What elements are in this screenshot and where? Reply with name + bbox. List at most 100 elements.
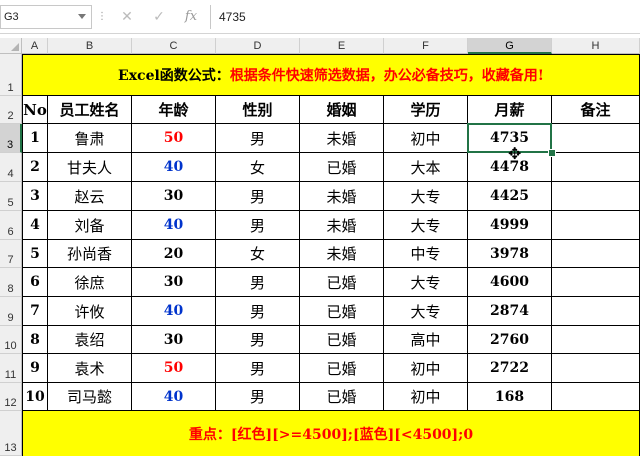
column-header-b[interactable]: B bbox=[48, 38, 132, 54]
row-header-11[interactable]: 11 bbox=[0, 354, 22, 383]
table-header-cell[interactable]: 学历 bbox=[384, 96, 468, 124]
column-header-a[interactable]: A bbox=[22, 38, 48, 54]
fill-handle[interactable] bbox=[548, 149, 556, 157]
table-cell[interactable]: 已婚 bbox=[300, 354, 384, 383]
row-header-13[interactable]: 13 bbox=[0, 411, 22, 456]
row-header-7[interactable]: 7 bbox=[0, 240, 22, 268]
table-cell[interactable]: 3 bbox=[22, 182, 48, 211]
table-cell[interactable]: 中专 bbox=[384, 240, 468, 268]
table-cell[interactable] bbox=[552, 182, 640, 211]
table-cell[interactable]: 6 bbox=[22, 268, 48, 297]
table-cell[interactable]: 10 bbox=[22, 383, 48, 411]
table-cell[interactable]: 徐庶 bbox=[48, 268, 132, 297]
table-cell[interactable]: 已婚 bbox=[300, 153, 384, 182]
close-icon[interactable]: ✕ bbox=[116, 5, 138, 29]
table-cell[interactable]: 甘夫人 bbox=[48, 153, 132, 182]
table-cell[interactable]: 2 bbox=[22, 153, 48, 182]
table-cell[interactable]: 已婚 bbox=[300, 383, 384, 411]
table-cell[interactable]: 未婚 bbox=[300, 211, 384, 240]
table-cell[interactable]: 未婚 bbox=[300, 124, 384, 153]
table-cell[interactable]: 4600 bbox=[468, 268, 552, 297]
column-header-h[interactable]: H bbox=[552, 38, 640, 54]
table-cell[interactable]: 20 bbox=[132, 240, 216, 268]
table-cell[interactable]: 9 bbox=[22, 354, 48, 383]
table-cell[interactable]: 已婚 bbox=[300, 268, 384, 297]
table-cell[interactable] bbox=[552, 124, 640, 153]
table-cell[interactable]: 未婚 bbox=[300, 240, 384, 268]
table-cell[interactable]: 初中 bbox=[384, 354, 468, 383]
table-cell[interactable] bbox=[552, 297, 640, 326]
footer-banner[interactable]: 重点：[红色][>=4500];[蓝色][<4500];0 bbox=[22, 411, 640, 456]
table-cell[interactable] bbox=[552, 326, 640, 354]
table-cell[interactable]: 男 bbox=[216, 297, 300, 326]
table-cell[interactable]: 40 bbox=[132, 211, 216, 240]
table-cell[interactable]: 30 bbox=[132, 268, 216, 297]
column-header-e[interactable]: E bbox=[300, 38, 384, 54]
table-cell[interactable]: 男 bbox=[216, 268, 300, 297]
table-cell[interactable]: 袁术 bbox=[48, 354, 132, 383]
select-all-button[interactable] bbox=[0, 38, 22, 54]
table-header-cell[interactable]: No bbox=[22, 96, 48, 124]
column-header-c[interactable]: C bbox=[132, 38, 216, 54]
table-cell[interactable]: 男 bbox=[216, 383, 300, 411]
table-cell[interactable]: 50 bbox=[132, 124, 216, 153]
table-cell[interactable]: 大专 bbox=[384, 268, 468, 297]
table-cell[interactable]: 4999 bbox=[468, 211, 552, 240]
row-header-4[interactable]: 4 bbox=[0, 153, 22, 182]
table-cell[interactable]: 2874 bbox=[468, 297, 552, 326]
table-cell[interactable]: 已婚 bbox=[300, 297, 384, 326]
insert-function-icon[interactable]: fx bbox=[180, 5, 202, 29]
table-cell[interactable] bbox=[552, 153, 640, 182]
table-cell[interactable]: 2760 bbox=[468, 326, 552, 354]
table-header-cell[interactable]: 婚姻 bbox=[300, 96, 384, 124]
table-cell[interactable]: 孙尚香 bbox=[48, 240, 132, 268]
table-cell[interactable] bbox=[552, 383, 640, 411]
table-cell[interactable]: 4 bbox=[22, 211, 48, 240]
table-cell[interactable]: 40 bbox=[132, 297, 216, 326]
row-header-3[interactable]: 3 bbox=[0, 124, 22, 153]
row-header-6[interactable]: 6 bbox=[0, 211, 22, 240]
table-cell[interactable]: 未婚 bbox=[300, 182, 384, 211]
more-icon[interactable]: ⋮ bbox=[97, 10, 107, 24]
formula-input[interactable]: 4735 bbox=[210, 5, 640, 29]
table-header-cell[interactable]: 年龄 bbox=[132, 96, 216, 124]
row-header-9[interactable]: 9 bbox=[0, 297, 22, 326]
table-cell[interactable]: 女 bbox=[216, 240, 300, 268]
table-cell[interactable]: 1 bbox=[22, 124, 48, 153]
table-cell[interactable] bbox=[552, 354, 640, 383]
table-cell[interactable]: 女 bbox=[216, 153, 300, 182]
table-cell[interactable]: 男 bbox=[216, 211, 300, 240]
table-header-cell[interactable]: 员工姓名 bbox=[48, 96, 132, 124]
table-header-cell[interactable]: 备注 bbox=[552, 96, 640, 124]
table-cell[interactable]: 5 bbox=[22, 240, 48, 268]
table-cell[interactable]: 大专 bbox=[384, 297, 468, 326]
table-cell[interactable]: 已婚 bbox=[300, 326, 384, 354]
table-cell[interactable]: 男 bbox=[216, 354, 300, 383]
table-cell[interactable] bbox=[552, 240, 640, 268]
table-cell[interactable]: 大专 bbox=[384, 211, 468, 240]
table-cell[interactable]: 司马懿 bbox=[48, 383, 132, 411]
table-cell[interactable]: 鲁肃 bbox=[48, 124, 132, 153]
table-cell[interactable] bbox=[552, 211, 640, 240]
table-cell[interactable]: 8 bbox=[22, 326, 48, 354]
column-header-g[interactable]: G bbox=[468, 38, 552, 54]
check-icon[interactable]: ✓ bbox=[148, 5, 170, 29]
row-header-2[interactable]: 2 bbox=[0, 96, 22, 124]
table-cell[interactable]: 袁绍 bbox=[48, 326, 132, 354]
name-box-dropdown-icon[interactable] bbox=[78, 14, 86, 19]
column-header-f[interactable]: F bbox=[384, 38, 468, 54]
table-cell[interactable]: 初中 bbox=[384, 124, 468, 153]
row-header-10[interactable]: 10 bbox=[0, 326, 22, 354]
row-header-12[interactable]: 12 bbox=[0, 383, 22, 411]
row-header-5[interactable]: 5 bbox=[0, 182, 22, 211]
table-cell[interactable]: 4425 bbox=[468, 182, 552, 211]
row-header-8[interactable]: 8 bbox=[0, 268, 22, 297]
table-cell[interactable]: 大本 bbox=[384, 153, 468, 182]
table-cell[interactable]: 刘备 bbox=[48, 211, 132, 240]
table-cell[interactable]: 男 bbox=[216, 182, 300, 211]
table-cell[interactable] bbox=[552, 268, 640, 297]
table-cell[interactable]: 赵云 bbox=[48, 182, 132, 211]
table-cell[interactable]: 40 bbox=[132, 383, 216, 411]
table-header-cell[interactable]: 性别 bbox=[216, 96, 300, 124]
table-header-cell[interactable]: 月薪 bbox=[468, 96, 552, 124]
